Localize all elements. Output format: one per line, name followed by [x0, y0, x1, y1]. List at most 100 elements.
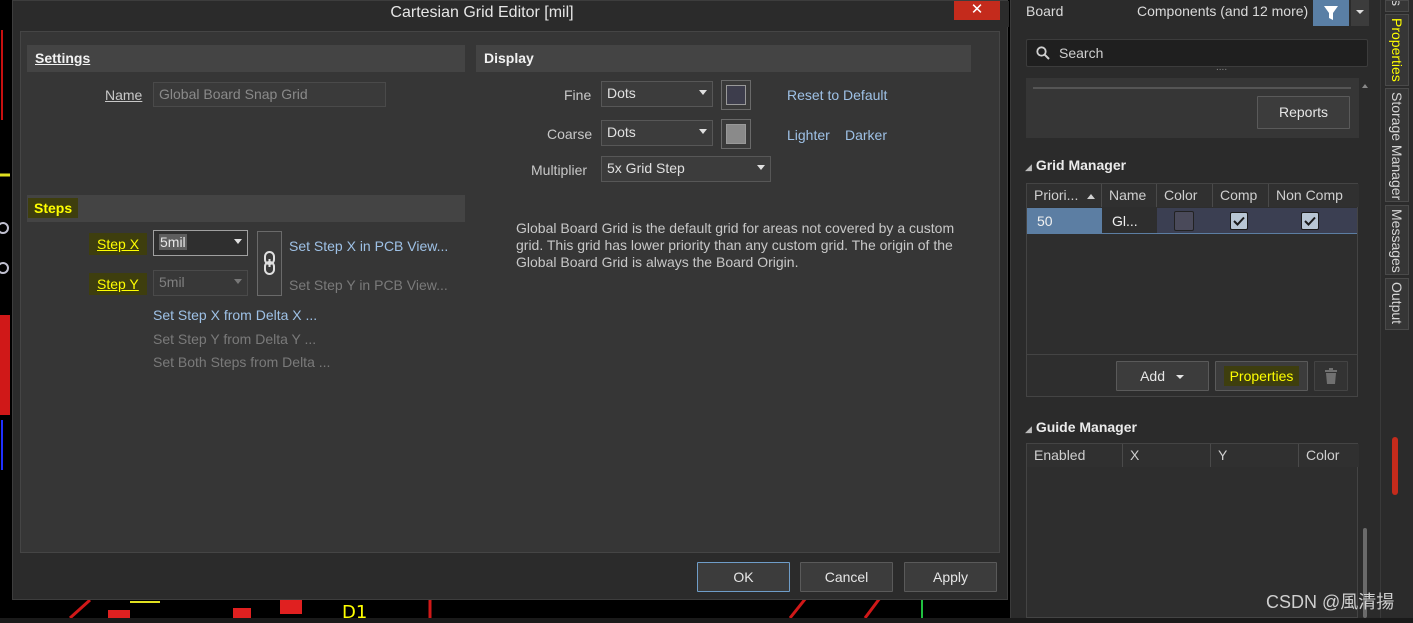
coarse-style-select[interactable]: Dots — [601, 120, 713, 146]
multiplier-select[interactable]: 5x Grid Step — [601, 156, 771, 182]
display-header: Display — [476, 45, 971, 72]
column-header-comp[interactable]: Comp — [1213, 184, 1269, 207]
grid-manager-header[interactable]: ◢ Grid Manager — [1025, 157, 1126, 173]
tab-properties[interactable]: Properties — [1385, 14, 1409, 86]
grid-description: Global Board Grid is the default grid fo… — [516, 220, 955, 270]
panel-upper-box: Reports — [1026, 78, 1359, 138]
coarse-style-value: Dots — [607, 124, 636, 140]
fine-style-select[interactable]: Dots — [601, 81, 713, 107]
fine-style-value: Dots — [607, 85, 636, 101]
filter-button[interactable] — [1313, 0, 1349, 26]
column-header-non-comp[interactable]: Non Comp — [1269, 184, 1359, 207]
column-header-priority[interactable]: Priori... — [1027, 184, 1102, 207]
set-both-steps-delta-link[interactable]: Set Both Steps from Delta ... — [153, 354, 330, 370]
darker-link[interactable]: Darker — [845, 127, 887, 143]
sort-ascending-icon — [1087, 194, 1095, 199]
coarse-label: Coarse — [547, 126, 593, 142]
chevron-down-icon — [234, 239, 242, 244]
chevron-down-icon — [234, 279, 242, 284]
comp-cell[interactable] — [1213, 208, 1269, 233]
trash-icon — [1325, 368, 1337, 384]
pcb-left-traces — [0, 0, 12, 618]
set-step-x-pcb-link[interactable]: Set Step X in PCB View... — [289, 238, 448, 254]
dialog-titlebar[interactable]: Cartesian Grid Editor [mil] ✕ — [13, 1, 1009, 27]
priority-cell: 50 — [1037, 213, 1053, 229]
search-input[interactable]: Search — [1026, 39, 1368, 67]
chain-link-icon — [264, 251, 275, 275]
reset-to-default-link[interactable]: Reset to Default — [787, 87, 887, 103]
guide-manager-title: Guide Manager — [1035, 419, 1137, 435]
properties-panel: Board Components (and 12 more) Search ..… — [1010, 0, 1380, 618]
step-y-select[interactable]: 5mil — [153, 270, 248, 296]
add-button[interactable]: Add — [1116, 361, 1209, 391]
collapse-triangle-icon: ◢ — [1025, 162, 1032, 172]
chevron-down-icon — [1175, 375, 1184, 379]
step-x-value: 5mil — [159, 234, 187, 250]
ok-button[interactable]: OK — [697, 562, 790, 592]
step-y-label: Step Y — [89, 273, 147, 295]
set-step-x-delta-link[interactable]: Set Step X from Delta X ... — [153, 307, 317, 323]
checkmark-icon — [1304, 216, 1316, 226]
set-step-y-pcb-link[interactable]: Set Step Y in PCB View... — [289, 277, 448, 293]
link-steps-toggle[interactable] — [257, 231, 282, 296]
non-comp-checkbox[interactable] — [1301, 212, 1319, 230]
comp-checkbox[interactable] — [1230, 212, 1248, 230]
cancel-button[interactable]: Cancel — [800, 562, 893, 592]
coarse-color-button[interactable] — [721, 119, 751, 149]
grid-manager-title: Grid Manager — [1035, 157, 1127, 173]
multiplier-label: Multiplier — [531, 162, 588, 178]
filter-dropdown-button[interactable] — [1351, 0, 1369, 26]
column-header-y[interactable]: Y — [1211, 444, 1299, 467]
name-field[interactable]: Global Board Snap Grid — [153, 82, 386, 107]
tab-messages[interactable]: Messages — [1385, 205, 1409, 275]
lighter-link[interactable]: Lighter — [787, 127, 830, 143]
splitter-handle[interactable]: .... — [1216, 62, 1227, 73]
tab-s[interactable]: s — [1385, 0, 1409, 12]
tab-storage-manager[interactable]: Storage Manager — [1385, 88, 1409, 202]
watermark: CSDN @風清揚 — [1266, 592, 1395, 612]
filter-icon — [1324, 6, 1338, 20]
column-header-color[interactable]: Color — [1299, 444, 1359, 467]
chevron-down-icon — [699, 90, 707, 95]
table-row[interactable]: 50 Gl... — [1027, 208, 1357, 234]
search-icon — [1036, 46, 1050, 60]
color-cell[interactable] — [1157, 208, 1213, 233]
apply-button[interactable]: Apply — [904, 562, 997, 592]
step-x-select[interactable]: 5mil — [153, 230, 248, 256]
divider — [1033, 87, 1351, 89]
column-header-enabled[interactable]: Enabled — [1027, 444, 1123, 467]
tab-output[interactable]: Output — [1385, 278, 1409, 330]
steps-header: Steps — [27, 195, 465, 222]
step-x-label: Step X — [89, 233, 148, 255]
coarse-color-swatch — [726, 124, 746, 144]
pcb-bottom-traces — [0, 598, 1010, 618]
chevron-down-icon — [699, 129, 707, 134]
column-header-x[interactable]: X — [1123, 444, 1211, 467]
multiplier-value: 5x Grid Step — [607, 160, 685, 176]
reports-button[interactable]: Reports — [1257, 96, 1350, 129]
vertical-tab-strip: s Properties Storage Manager Messages Ou… — [1380, 0, 1413, 618]
column-header-name[interactable]: Name — [1102, 184, 1157, 207]
fine-color-button[interactable] — [721, 80, 751, 110]
fine-color-swatch — [726, 85, 746, 105]
step-y-value: 5mil — [159, 274, 185, 290]
components-filter-label[interactable]: Components (and 12 more) — [1137, 3, 1308, 19]
delete-button[interactable] — [1314, 361, 1348, 391]
properties-button[interactable]: Properties — [1215, 361, 1308, 391]
steps-header-label: Steps — [28, 198, 79, 218]
panel-scrollbar[interactable] — [1361, 78, 1369, 618]
set-step-y-delta-link[interactable]: Set Step Y from Delta Y ... — [153, 331, 316, 347]
settings-header-label: Settings — [35, 50, 91, 66]
column-header-color[interactable]: Color — [1157, 184, 1213, 207]
non-comp-cell[interactable] — [1269, 208, 1357, 233]
board-label: Board — [1026, 3, 1064, 19]
scroll-up-icon — [1362, 84, 1368, 88]
grid-color-swatch — [1174, 211, 1194, 231]
dialog-content: Settings Name Global Board Snap Grid Dis… — [20, 31, 1000, 553]
guide-manager-header[interactable]: ◢ Guide Manager — [1025, 419, 1137, 435]
name-label: Name — [105, 87, 143, 103]
tab-scrollbar[interactable] — [1392, 437, 1398, 495]
chevron-down-icon — [1356, 10, 1364, 14]
add-button-label: Add — [1140, 368, 1166, 384]
close-button[interactable]: ✕ — [954, 1, 1000, 20]
